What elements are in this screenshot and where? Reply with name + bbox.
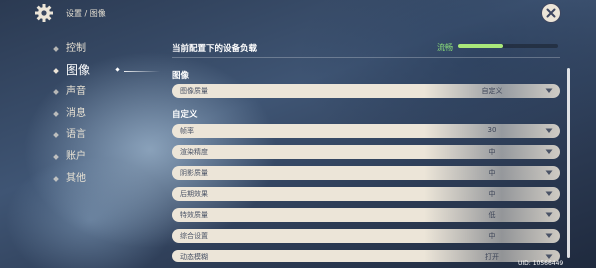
sidebar-item-account[interactable]: 账户 xyxy=(52,146,90,168)
sidebar-item-controls[interactable]: 控制 xyxy=(52,38,90,60)
chevron-down-icon xyxy=(545,149,553,154)
breadcrumb: 设置 / 图像 xyxy=(66,9,106,18)
setting-row-image-quality[interactable]: 图像质量 自定义 xyxy=(172,84,560,98)
setting-row-post-processing[interactable]: 后期效果 中 xyxy=(172,187,560,201)
setting-label: 特效质量 xyxy=(180,211,208,219)
sidebar-item-label: 其他 xyxy=(66,172,86,184)
close-icon xyxy=(546,8,556,18)
diamond-bullet-icon xyxy=(53,46,59,52)
setting-label: 阴影质量 xyxy=(180,169,208,177)
diamond-bullet-icon xyxy=(53,154,59,160)
chevron-down-icon xyxy=(545,233,553,238)
chevron-down-icon xyxy=(545,170,553,175)
setting-row-motion-blur[interactable]: 动态模糊 打开 xyxy=(172,250,560,262)
diamond-bullet-icon xyxy=(53,175,59,182)
diamond-bullet-icon xyxy=(53,110,59,117)
top-bar: 设置 / 图像 xyxy=(0,0,596,26)
setting-label: 动态模糊 xyxy=(180,253,208,261)
section-title-image: 图像 xyxy=(172,71,190,81)
setting-value: 中 xyxy=(488,190,496,198)
chevron-down-icon xyxy=(545,88,553,93)
sidebar-item-audio[interactable]: 声音 xyxy=(52,81,90,103)
sidebar-item-label: 账户 xyxy=(66,150,86,162)
sidebar-item-label: 消息 xyxy=(66,107,86,119)
chevron-down-icon xyxy=(545,212,553,217)
setting-value: 打开 xyxy=(485,253,499,261)
active-marker-icon xyxy=(115,66,120,72)
setting-row-shadow-quality[interactable]: 阴影质量 中 xyxy=(172,166,560,180)
setting-value: 低 xyxy=(488,211,496,219)
setting-label: 图像质量 xyxy=(180,87,208,95)
divider xyxy=(172,57,560,58)
device-load-bar xyxy=(458,44,558,48)
setting-row-overall[interactable]: 综合设置 中 xyxy=(172,229,560,243)
section-title-custom: 自定义 xyxy=(172,110,198,120)
setting-row-render-resolution[interactable]: 渲染精度 中 xyxy=(172,145,560,159)
user-id: UID: 10566449 xyxy=(518,260,564,267)
setting-label: 综合设置 xyxy=(180,232,208,240)
setting-row-effects-quality[interactable]: 特效质量 低 xyxy=(172,208,560,222)
device-load-bar-fill xyxy=(458,44,503,48)
setting-label: 渲染精度 xyxy=(180,148,208,156)
setting-label: 后期效果 xyxy=(180,190,208,198)
sidebar: 控制 图像 声音 消息 语言 账户 其他 xyxy=(52,38,160,190)
diamond-bullet-icon xyxy=(53,67,59,74)
close-button[interactable] xyxy=(541,3,561,23)
active-underline xyxy=(124,70,160,72)
setting-value: 30 xyxy=(487,126,497,134)
setting-value: 中 xyxy=(488,148,496,156)
scrollbar[interactable] xyxy=(567,68,570,258)
device-load-status: 流畅 xyxy=(437,43,453,52)
sidebar-item-label: 声音 xyxy=(66,86,86,98)
diamond-bullet-icon xyxy=(53,132,59,139)
sidebar-item-label: 语言 xyxy=(66,129,86,141)
sidebar-item-label: 图像 xyxy=(66,62,91,77)
sidebar-item-other[interactable]: 其他 xyxy=(52,168,90,190)
setting-row-frame-rate[interactable]: 帧率 30 xyxy=(172,124,560,138)
chevron-down-icon xyxy=(545,191,553,196)
settings-gear-icon xyxy=(35,4,53,22)
setting-value: 中 xyxy=(488,232,496,240)
sidebar-item-messages[interactable]: 消息 xyxy=(52,103,90,125)
sidebar-item-language[interactable]: 语言 xyxy=(52,124,90,146)
chevron-down-icon xyxy=(545,128,553,133)
setting-label: 帧率 xyxy=(180,127,194,135)
device-load-title: 当前配置下的设备负载 xyxy=(172,44,258,54)
sidebar-item-label: 控制 xyxy=(66,43,86,54)
setting-value: 自定义 xyxy=(481,87,503,95)
setting-value: 中 xyxy=(488,169,496,177)
diamond-bullet-icon xyxy=(53,89,59,96)
sidebar-item-graphics[interactable]: 图像 xyxy=(52,60,160,82)
